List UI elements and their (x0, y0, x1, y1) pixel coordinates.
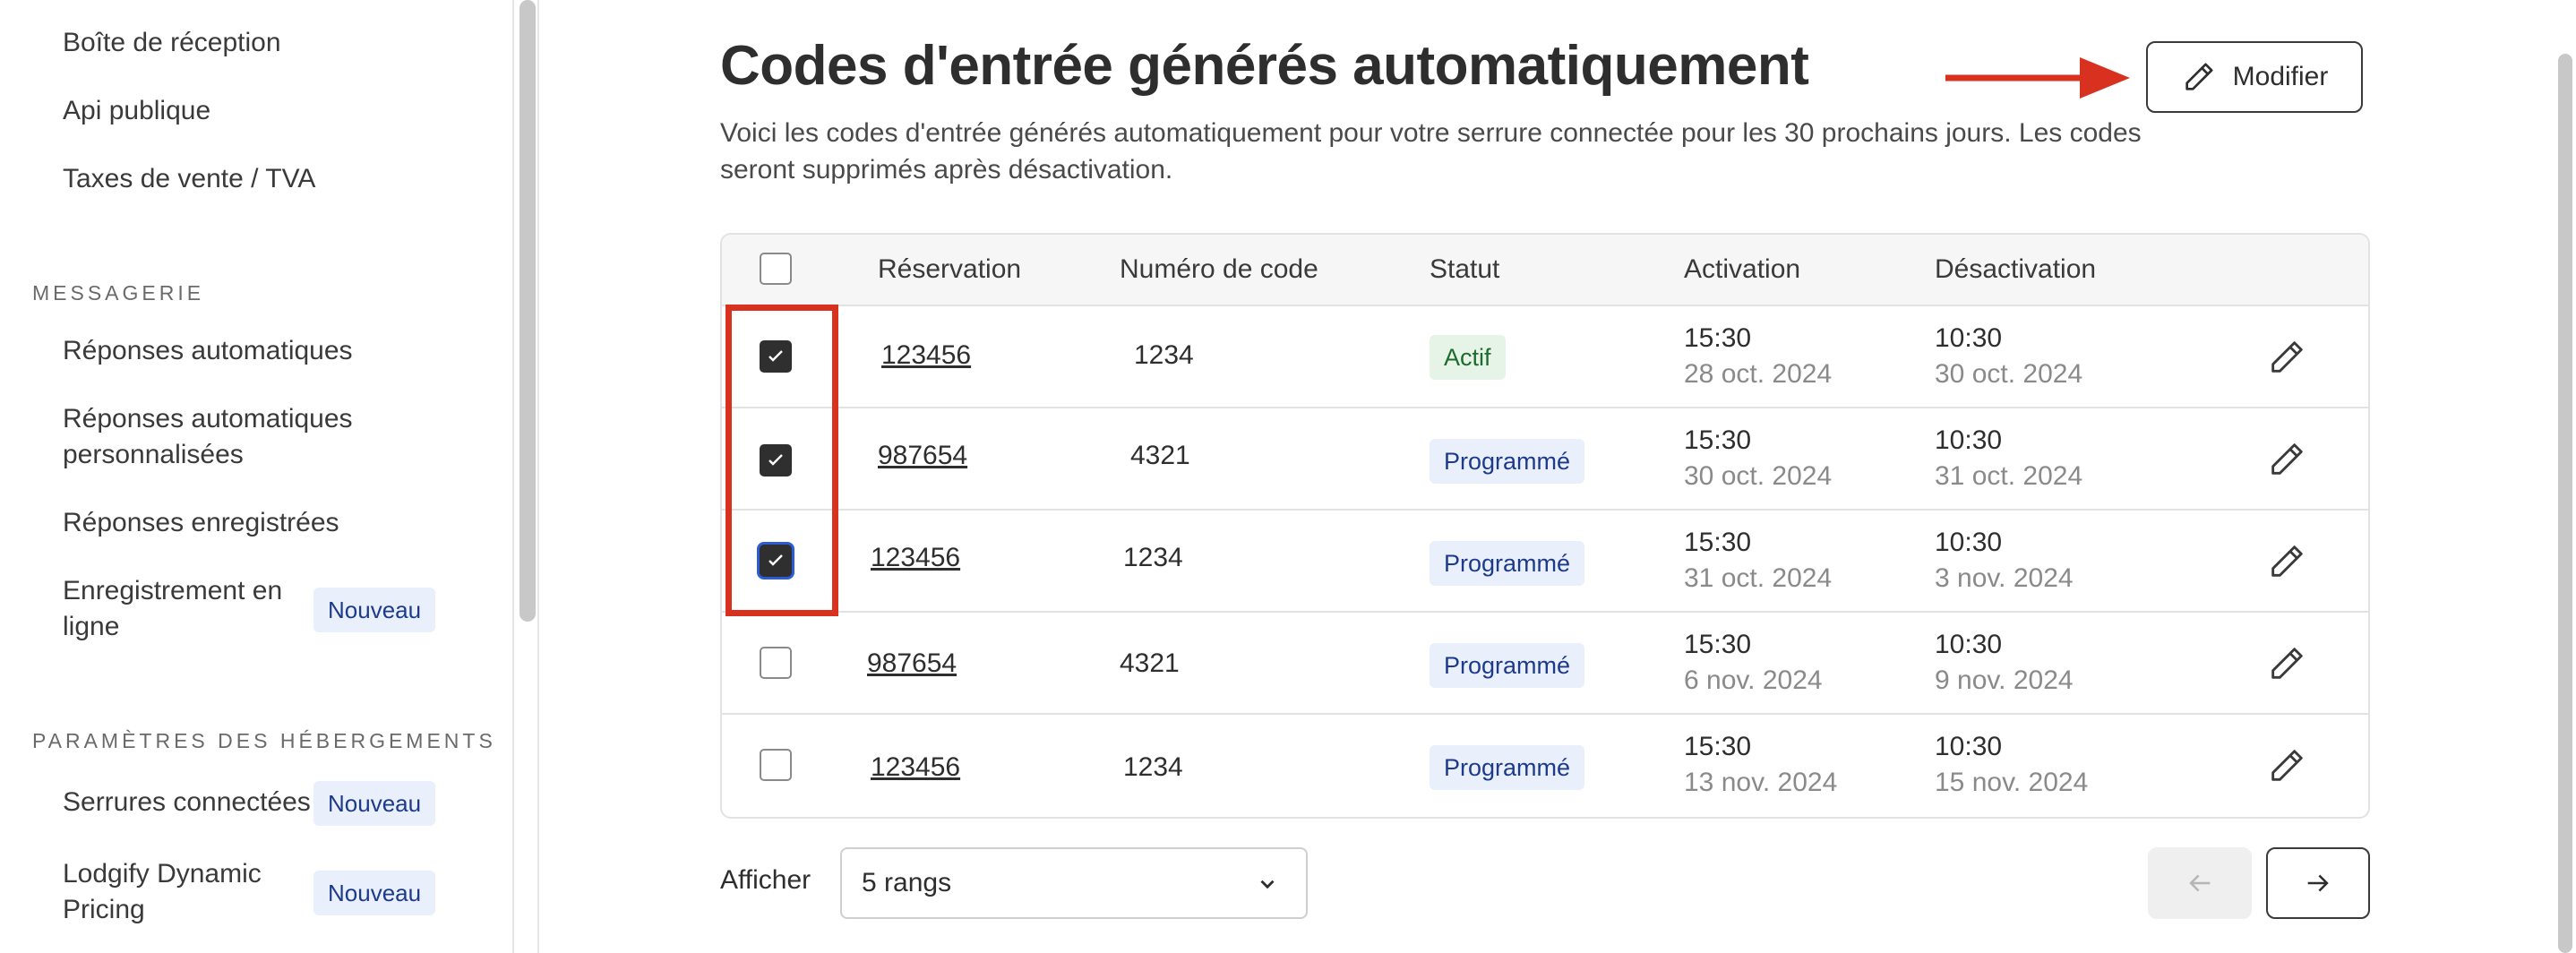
sidebar-scrollbar[interactable] (519, 0, 536, 622)
previous-page-button[interactable] (2148, 847, 2252, 919)
modify-button[interactable]: Modifier (2146, 41, 2363, 113)
deactivation-date: 3 nov. 2024 (1935, 563, 2074, 593)
status-badge: Programmé (1430, 745, 1585, 790)
select-all-checkbox[interactable] (760, 253, 792, 285)
activation-time: 15:30 (1684, 630, 1752, 659)
rows-per-page-select[interactable]: 5 rangs (840, 847, 1308, 919)
rows-per-page-label: Afficher (720, 865, 811, 895)
table-row: 123456 1234 Programmé 15:30 31 oct. 2024… (722, 511, 2368, 613)
activation-date: 6 nov. 2024 (1684, 665, 1823, 695)
divider (537, 0, 539, 953)
sidebar-item-public-api[interactable]: Api publique (63, 93, 210, 129)
deactivation-time: 10:30 (1935, 732, 2003, 761)
table-row: 123456 1234 Actif 15:30 28 oct. 2024 10:… (722, 306, 2368, 408)
deactivation-date: 9 nov. 2024 (1935, 665, 2074, 695)
sidebar-item-smart-locks[interactable]: Serrures connectées (63, 785, 311, 820)
pencil-icon[interactable] (2266, 439, 2307, 480)
reservation-link[interactable]: 987654 (867, 648, 957, 679)
pencil-icon[interactable] (2266, 541, 2307, 582)
deactivation-time: 10:30 (1935, 528, 2003, 557)
annotation-highlight-box (726, 305, 838, 616)
page-title: Codes d'entrée générés automatiquement (720, 35, 1809, 97)
reservation-link[interactable]: 123456 (871, 543, 960, 573)
next-page-button[interactable] (2266, 847, 2370, 919)
sidebar-item-label: personnalisées (63, 440, 244, 469)
new-badge: Nouveau (313, 588, 436, 632)
column-header-status: Statut (1430, 254, 1500, 284)
table-header: Réservation Numéro de code Statut Activa… (722, 235, 2368, 306)
table-row: 987654 4321 Programmé 15:30 6 nov. 2024 … (722, 613, 2368, 715)
pencil-icon[interactable] (2266, 643, 2307, 684)
code-number: 4321 (1130, 441, 1190, 470)
activation-date: 28 oct. 2024 (1684, 359, 1833, 389)
annotation-arrow-icon (1945, 57, 2130, 99)
sidebar-section-properties: PARAMÈTRES DES HÉBERGEMENTS (32, 729, 496, 752)
sidebar-item-online-checkin[interactable]: Enregistrement en ligne (63, 573, 282, 645)
code-number: 1234 (1123, 543, 1183, 572)
activation-date: 30 oct. 2024 (1684, 461, 1833, 491)
arrow-right-icon (2307, 874, 2329, 892)
deactivation-date: 30 oct. 2024 (1935, 359, 2083, 389)
activation-time: 15:30 (1684, 528, 1752, 557)
pencil-icon[interactable] (2266, 337, 2307, 378)
table-row: 987654 4321 Programmé 15:30 30 oct. 2024… (722, 408, 2368, 511)
status-badge: Programmé (1430, 439, 1585, 484)
activation-date: 31 oct. 2024 (1684, 563, 1833, 593)
deactivation-date: 15 nov. 2024 (1935, 768, 2089, 797)
code-number: 1234 (1134, 340, 1194, 370)
sidebar-item-dynamic-pricing[interactable]: Lodgify Dynamic Pricing (63, 856, 262, 928)
row-checkbox[interactable] (760, 647, 792, 679)
activation-time: 15:30 (1684, 732, 1752, 761)
sidebar-section-messaging: MESSAGERIE (32, 281, 205, 305)
new-badge: Nouveau (313, 781, 436, 826)
reservation-link[interactable]: 123456 (871, 752, 960, 783)
activation-time: 15:30 (1684, 323, 1752, 353)
sidebar-item-label: Lodgify Dynamic (63, 859, 262, 889)
sidebar-item-saved-replies[interactable]: Réponses enregistrées (63, 505, 339, 541)
row-checkbox[interactable] (760, 749, 792, 781)
chevron-down-icon (1260, 880, 1275, 889)
column-header-code: Numéro de code (1120, 254, 1318, 284)
column-header-activation: Activation (1684, 254, 1801, 284)
status-badge: Programmé (1430, 643, 1585, 688)
status-badge: Programmé (1430, 541, 1585, 586)
sidebar-item-label: Pricing (63, 895, 145, 924)
sidebar-item-label: Réponses automatiques (63, 404, 353, 434)
status-badge: Actif (1430, 335, 1506, 380)
column-header-reservation: Réservation (878, 254, 1022, 284)
deactivation-time: 10:30 (1935, 425, 2003, 455)
activation-time: 15:30 (1684, 425, 1752, 455)
entry-codes-table: Réservation Numéro de code Statut Activa… (720, 233, 2370, 819)
pencil-icon[interactable] (2266, 745, 2307, 786)
table-row: 123456 1234 Programmé 15:30 13 nov. 2024… (722, 715, 2368, 817)
sidebar-item-sales-tax[interactable]: Taxes de vente / TVA (63, 161, 315, 197)
sidebar-item-custom-auto-replies[interactable]: Réponses automatiques personnalisées (63, 401, 353, 473)
code-number: 4321 (1120, 648, 1180, 678)
sidebar-item-inbox[interactable]: Boîte de réception (63, 25, 281, 61)
sidebar-item-auto-replies[interactable]: Réponses automatiques (63, 333, 353, 369)
reservation-link[interactable]: 987654 (878, 441, 967, 471)
rows-per-page-value: 5 rangs (862, 868, 952, 897)
page-description: Voici les codes d'entrée générés automat… (720, 118, 2142, 185)
modify-button-label: Modifier (2232, 62, 2329, 91)
sidebar-item-label: ligne (63, 612, 120, 641)
deactivation-time: 10:30 (1935, 630, 2003, 659)
deactivation-date: 31 oct. 2024 (1935, 461, 2083, 491)
main-scrollbar[interactable] (2558, 54, 2572, 953)
sidebar: Boîte de réception Api publique Taxes de… (0, 0, 514, 953)
new-badge: Nouveau (313, 871, 436, 915)
column-header-deactivation: Désactivation (1935, 254, 2097, 284)
code-number: 1234 (1123, 752, 1183, 782)
deactivation-time: 10:30 (1935, 323, 2003, 353)
reservation-link[interactable]: 123456 (881, 340, 971, 371)
pencil-icon (2185, 63, 2213, 90)
arrow-left-icon (2189, 874, 2211, 892)
sidebar-item-label: Enregistrement en (63, 576, 283, 605)
activation-date: 13 nov. 2024 (1684, 768, 1838, 797)
